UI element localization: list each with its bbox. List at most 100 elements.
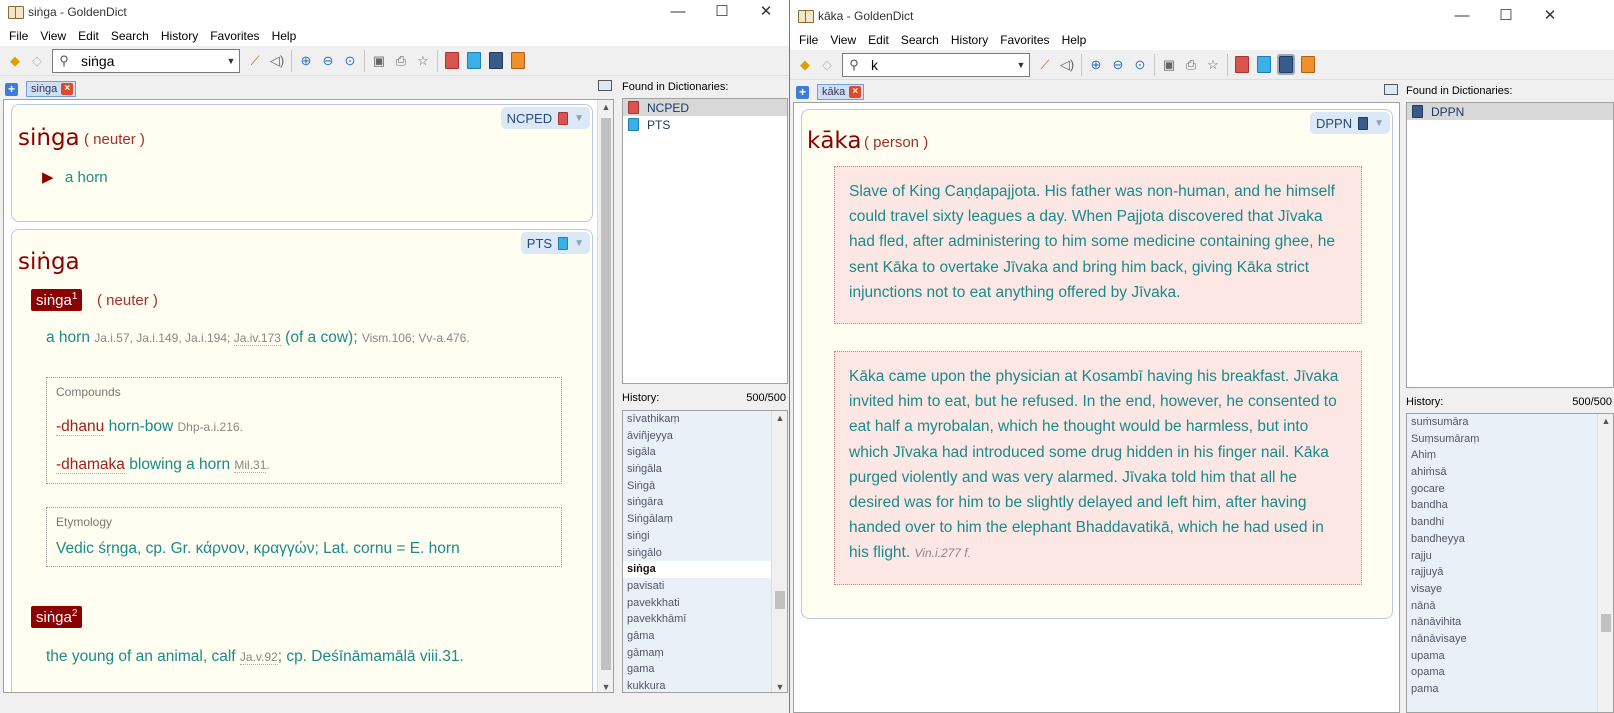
history-item-selected[interactable]: siṅga — [623, 561, 787, 578]
history-item[interactable]: nānāvihita — [1407, 614, 1613, 631]
panel-dock-icon[interactable] — [598, 80, 612, 91]
favorites-star-icon[interactable]: ☆ — [412, 50, 434, 72]
scroll-down-icon[interactable]: ▼ — [772, 682, 787, 692]
tab-singa[interactable]: siṅga × — [26, 81, 77, 97]
history-item[interactable]: bandha — [1407, 497, 1613, 514]
chevron-down-icon[interactable]: ▼ — [223, 56, 239, 66]
menu-favorites[interactable]: Favorites — [204, 29, 265, 43]
chevron-down-icon[interactable]: ▼ — [1374, 118, 1384, 129]
history-item[interactable]: siṅgi — [623, 528, 787, 545]
history-item[interactable]: siṅgāra — [623, 494, 787, 511]
search-input[interactable]: k — [865, 57, 1013, 73]
history-item[interactable]: gama — [623, 661, 787, 678]
new-tab-plus-icon[interactable]: + — [796, 85, 809, 99]
history-item[interactable]: sīvathikaṃ — [623, 411, 787, 428]
dictionary-other-icon[interactable] — [1301, 56, 1315, 73]
zoom-reset-icon[interactable]: ⊙ — [339, 50, 361, 72]
article-scrollbar[interactable]: ▲ ▼ — [597, 100, 613, 692]
history-item[interactable]: gāma — [623, 628, 787, 645]
menu-file[interactable]: File — [793, 33, 824, 47]
history-item[interactable]: rajjuyā — [1407, 564, 1613, 581]
scroll-down-icon[interactable]: ▼ — [598, 682, 613, 692]
chevron-down-icon[interactable]: ▼ — [574, 113, 584, 124]
forward-arrow-icon[interactable]: ◇ — [26, 50, 48, 72]
zoom-out-icon[interactable]: ⊖ — [1107, 54, 1129, 76]
menu-history[interactable]: History — [945, 33, 994, 47]
history-item[interactable]: Ahiṃ — [1407, 447, 1613, 464]
close-tab-icon[interactable]: × — [849, 86, 862, 98]
found-item-pts[interactable]: PTS — [623, 116, 787, 133]
save-icon[interactable]: ▣ — [368, 50, 390, 72]
search-combo[interactable]: ⚲ siṅga ▼ — [52, 48, 240, 73]
history-item[interactable]: āviñjeyya — [623, 428, 787, 445]
reference[interactable]: Ja.i.57 — [94, 331, 129, 345]
scrollbar-thumb[interactable] — [1601, 614, 1611, 632]
back-arrow-icon[interactable]: ◆ — [4, 50, 26, 72]
found-item-ncped[interactable]: NCPED — [623, 99, 787, 116]
history-item[interactable]: siṅgāla — [623, 461, 787, 478]
history-item[interactable]: pavisati — [623, 578, 787, 595]
favorites-star-icon[interactable]: ☆ — [1202, 54, 1224, 76]
print-icon[interactable]: ⎙ — [1180, 54, 1202, 76]
panel-dock-icon[interactable] — [1384, 84, 1398, 95]
dictionary-badge-pts[interactable]: PTS ▼ — [520, 232, 590, 254]
menu-help[interactable]: Help — [1056, 33, 1093, 47]
history-item[interactable]: gocare — [1407, 481, 1613, 498]
scrollbar-thumb[interactable] — [601, 118, 611, 670]
dictionary-pts-icon[interactable] — [1257, 56, 1271, 73]
compound-term[interactable]: -dhamaka — [56, 456, 125, 474]
history-item[interactable]: gāmaṃ — [623, 645, 787, 662]
history-item[interactable]: Suṃsumāraṃ — [1407, 431, 1613, 448]
history-item[interactable]: upama — [1407, 648, 1613, 665]
reference[interactable]: Ja.i.194 — [185, 331, 227, 345]
history-item[interactable]: kukkura — [623, 678, 787, 692]
history-item[interactable]: nānāvisaye — [1407, 631, 1613, 648]
history-item[interactable]: visaye — [1407, 581, 1613, 598]
menu-help[interactable]: Help — [266, 29, 303, 43]
history-item[interactable]: rajju — [1407, 548, 1613, 565]
reference[interactable]: Mil.31 — [234, 458, 267, 473]
maximize-button[interactable]: ☐ — [1484, 4, 1528, 30]
reference[interactable]: Ja.iv.173 — [233, 331, 281, 346]
magic-wand-icon[interactable]: ⟋ — [244, 50, 266, 72]
scroll-up-icon[interactable]: ▲ — [772, 413, 787, 423]
maximize-button[interactable]: ☐ — [700, 0, 744, 26]
dictionary-dppn-icon[interactable] — [1277, 54, 1295, 75]
reference[interactable]: Dhp-a.i.216 — [178, 420, 240, 434]
speaker-icon[interactable]: ◁) — [1056, 54, 1078, 76]
menu-history[interactable]: History — [155, 29, 204, 43]
menu-view[interactable]: View — [34, 29, 72, 43]
history-item[interactable]: opama — [1407, 664, 1613, 681]
history-item[interactable]: pavekkhati — [623, 595, 787, 612]
print-icon[interactable]: ⎙ — [390, 50, 412, 72]
history-item[interactable]: bandhi — [1407, 514, 1613, 531]
dictionary-badge-dppn[interactable]: DPPN ▼ — [1309, 112, 1390, 134]
history-scrollbar[interactable]: ▲ ▼ — [771, 411, 787, 692]
reference[interactable]: Ja.i.149 — [136, 331, 178, 345]
new-tab-plus-icon[interactable]: + — [5, 82, 18, 96]
reference[interactable]: Vism.106 — [362, 331, 412, 345]
compound-term[interactable]: -dhanu — [56, 418, 105, 436]
chevron-down-icon[interactable]: ▼ — [574, 238, 584, 249]
history-item[interactable]: pama — [1407, 681, 1613, 698]
zoom-in-icon[interactable]: ⊕ — [1085, 54, 1107, 76]
dictionary-ncped-icon[interactable] — [1235, 56, 1249, 73]
history-item[interactable]: Siṅgā — [623, 478, 787, 495]
dictionary-ncped-icon[interactable] — [445, 52, 459, 69]
history-scrollbar[interactable]: ▲ — [1597, 414, 1613, 712]
speaker-icon[interactable]: ◁) — [266, 50, 288, 72]
search-combo[interactable]: ⚲ k ▼ — [842, 52, 1030, 77]
history-item[interactable]: pavekkhāmī — [623, 611, 787, 628]
close-tab-icon[interactable]: × — [61, 83, 74, 95]
dictionary-pts-icon[interactable] — [467, 52, 481, 69]
menu-edit[interactable]: Edit — [72, 29, 105, 43]
forward-arrow-icon[interactable]: ◇ — [816, 54, 838, 76]
menu-view[interactable]: View — [824, 33, 862, 47]
menu-search[interactable]: Search — [895, 33, 945, 47]
history-item[interactable]: ahiṁsā — [1407, 464, 1613, 481]
tab-kaka[interactable]: kāka × — [817, 84, 865, 100]
zoom-in-icon[interactable]: ⊕ — [295, 50, 317, 72]
search-input[interactable]: siṅga — [75, 53, 223, 69]
reference[interactable]: Vin.i.277 f. — [914, 546, 970, 560]
close-button[interactable]: ✕ — [1528, 4, 1572, 30]
